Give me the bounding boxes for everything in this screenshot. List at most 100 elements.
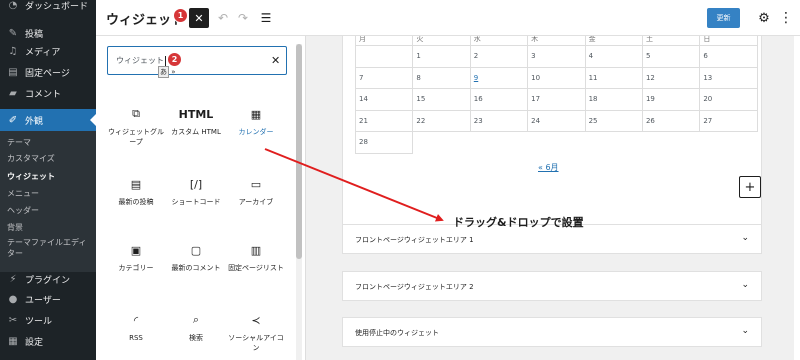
sidebar-item-pages[interactable]: ▤ 固定ページ <box>0 61 96 83</box>
redo-button[interactable]: ↷ <box>233 8 253 28</box>
sidebar-item-appearance[interactable]: ✐ 外観 <box>0 109 96 131</box>
appearance-submenu: テーマ カスタマイズ ウィジェット メニュー ヘッダー 背景 テーマファイルエデ… <box>0 131 96 272</box>
calendar-day: 14 <box>354 88 414 111</box>
widget-area-label: フロントページウィジェットエリア 1 <box>355 236 474 244</box>
update-button[interactable]: 更新 <box>707 8 740 28</box>
sidebar-item-media[interactable]: ♫ メディア <box>0 40 96 62</box>
submenu-item-customize[interactable]: カスタマイズ <box>7 153 55 164</box>
block-item-rss[interactable]: ◜ RSS <box>105 312 167 343</box>
block-item-social-icons[interactable]: ≺ ソーシャルアイコン <box>225 312 287 353</box>
settings-button[interactable]: ⚙ <box>754 8 774 28</box>
submenu-item-themes[interactable]: テーマ <box>7 137 31 148</box>
weekday-header: 月 <box>354 36 414 46</box>
calendar-day: 19 <box>641 88 701 111</box>
sidebar-item-tools[interactable]: ✂ ツール <box>0 309 96 331</box>
add-block-button[interactable]: + <box>739 176 761 198</box>
wrench-icon: ✂ <box>8 314 18 326</box>
pin-icon: ✎ <box>8 27 18 39</box>
shortcode-icon: [/] <box>189 177 203 191</box>
block-label: 固定ページリスト <box>228 264 284 272</box>
block-inserter-panel: ウィジェット ✕ あ » ⧉ ウィジェットグループ HTML カスタム HTML ▦… <box>96 36 306 360</box>
block-item-custom-html[interactable]: HTML カスタム HTML <box>165 106 227 137</box>
weekday-header: 火 <box>412 36 471 46</box>
widget-editor-canvas: 月 火 水 木 金 土 日 1 2 3 4 5 6 7 8 9 10 11 12… <box>306 36 800 360</box>
block-item-archives[interactable]: ▭ アーカイブ <box>225 176 287 207</box>
undo-icon: ↶ <box>217 11 229 25</box>
block-item-page-list[interactable]: ▥ 固定ページリスト <box>225 242 287 273</box>
close-icon: ✕ <box>194 11 204 25</box>
block-search-field[interactable]: ウィジェット ✕ <box>107 46 287 75</box>
sidebar-item-label: 外観 <box>25 116 44 127</box>
calendar-day: 28 <box>354 131 414 154</box>
calendar-day: 25 <box>584 109 643 132</box>
settings-icon: ▦ <box>8 335 18 347</box>
block-item-latest-posts[interactable]: ▤ 最新の投稿 <box>105 176 167 207</box>
calendar-block[interactable]: 月 火 水 木 金 土 日 1 2 3 4 5 6 7 8 9 10 11 12… <box>342 36 762 242</box>
widget-area-front-2[interactable]: フロントページウィジェットエリア 2 ⌄ <box>342 271 762 301</box>
calendar-day: 13 <box>699 66 758 89</box>
clear-search-icon[interactable]: ✕ <box>271 54 280 67</box>
block-item-shortcode[interactable]: [/] ショートコード <box>165 176 227 207</box>
group-icon: ⧉ <box>132 107 140 120</box>
brush-icon: ✐ <box>8 114 18 126</box>
block-item-latest-comments[interactable]: ▢ 最新のコメント <box>165 242 227 273</box>
calendar-day: 2 <box>469 45 529 68</box>
options-button[interactable]: ⋮ <box>776 8 796 28</box>
chevron-down-icon[interactable]: ⌄ <box>741 326 749 336</box>
page-list-icon: ▥ <box>250 243 262 257</box>
block-label: ソーシャルアイコン <box>228 334 284 352</box>
submenu-item-theme-file-editor[interactable]: テーマファイルエディター <box>7 237 93 259</box>
calendar-day: 8 <box>412 66 471 89</box>
block-item-search[interactable]: ⌕ 検索 <box>165 312 227 343</box>
calendar-day: 18 <box>584 88 643 111</box>
sidebar-item-label: 設定 <box>25 337 44 348</box>
inserter-scrollbar[interactable] <box>296 44 302 360</box>
sidebar-item-comments[interactable]: ▰ コメント <box>0 82 96 104</box>
step-badge-1: 1 <box>173 8 188 23</box>
sidebar-item-settings[interactable]: ▦ 設定 <box>0 330 96 352</box>
block-item-categories[interactable]: ▣ カテゴリー <box>105 242 167 273</box>
calendar-header-row: 月 火 水 木 金 土 日 <box>354 36 758 46</box>
scrollbar-thumb[interactable] <box>296 44 302 259</box>
calendar-day-link[interactable]: 9 <box>469 66 529 89</box>
calendar-day: 24 <box>527 109 586 132</box>
prev-month-link[interactable]: « 6月 <box>538 162 559 173</box>
weekday-header: 木 <box>527 36 586 46</box>
undo-button[interactable]: ↶ <box>213 8 233 28</box>
widget-area-inactive[interactable]: 使用停止中のウィジェット ⌄ <box>342 317 762 347</box>
sidebar-item-plugins[interactable]: ⚡ プラグイン <box>0 268 96 290</box>
block-item-widget-group[interactable]: ⧉ ウィジェットグループ <box>105 106 167 147</box>
sidebar-item-label: ユーザー <box>25 295 61 306</box>
submenu-item-menus[interactable]: メニュー <box>7 188 39 199</box>
ime-mode-label: あ <box>158 66 169 78</box>
weekday-header: 日 <box>699 36 758 46</box>
block-label: アーカイブ <box>238 198 274 206</box>
block-label: ウィジェットグループ <box>108 128 164 146</box>
editor-scrollbar[interactable] <box>794 36 800 360</box>
block-label: 検索 <box>189 334 203 342</box>
block-label: ショートコード <box>171 198 221 206</box>
list-view-button[interactable]: ☰ <box>256 8 276 28</box>
chevron-down-icon[interactable]: ⌄ <box>741 233 749 243</box>
sidebar-item-users[interactable]: ● ユーザー <box>0 288 96 310</box>
admin-sidebar: ◔ ダッシュボード ✎ 投稿 ♫ メディア ▤ 固定ページ ▰ コメント ✐ 外観 テーマ … <box>0 0 96 360</box>
search-input[interactable]: ウィジェット <box>116 55 166 66</box>
sidebar-item-label: コメント <box>25 89 62 100</box>
calendar-week-row: 21 22 23 24 25 26 27 <box>354 109 758 132</box>
calendar-day: 21 <box>354 109 414 132</box>
close-inserter-button[interactable]: ✕ <box>189 8 209 28</box>
media-icon: ♫ <box>8 45 18 57</box>
search-input-value: ウィジェット <box>116 56 164 65</box>
submenu-item-header[interactable]: ヘッダー <box>7 205 39 216</box>
plugin-icon: ⚡ <box>9 273 17 285</box>
submenu-item-background[interactable]: 背景 <box>7 222 23 233</box>
submenu-item-widgets[interactable]: ウィジェット <box>7 171 55 182</box>
sidebar-item-dashboard[interactable]: ◔ ダッシュボード <box>0 0 96 16</box>
annotation-text: ドラッグ&ドロップで設置 <box>453 216 584 229</box>
block-item-calendar[interactable]: ▦ カレンダー <box>225 106 287 137</box>
calendar-empty <box>412 131 758 153</box>
categories-icon: ▣ <box>130 243 142 257</box>
sidebar-item-label: 投稿 <box>25 29 44 40</box>
chevron-down-icon[interactable]: ⌄ <box>741 280 749 290</box>
block-label: 最新のコメント <box>171 264 221 272</box>
